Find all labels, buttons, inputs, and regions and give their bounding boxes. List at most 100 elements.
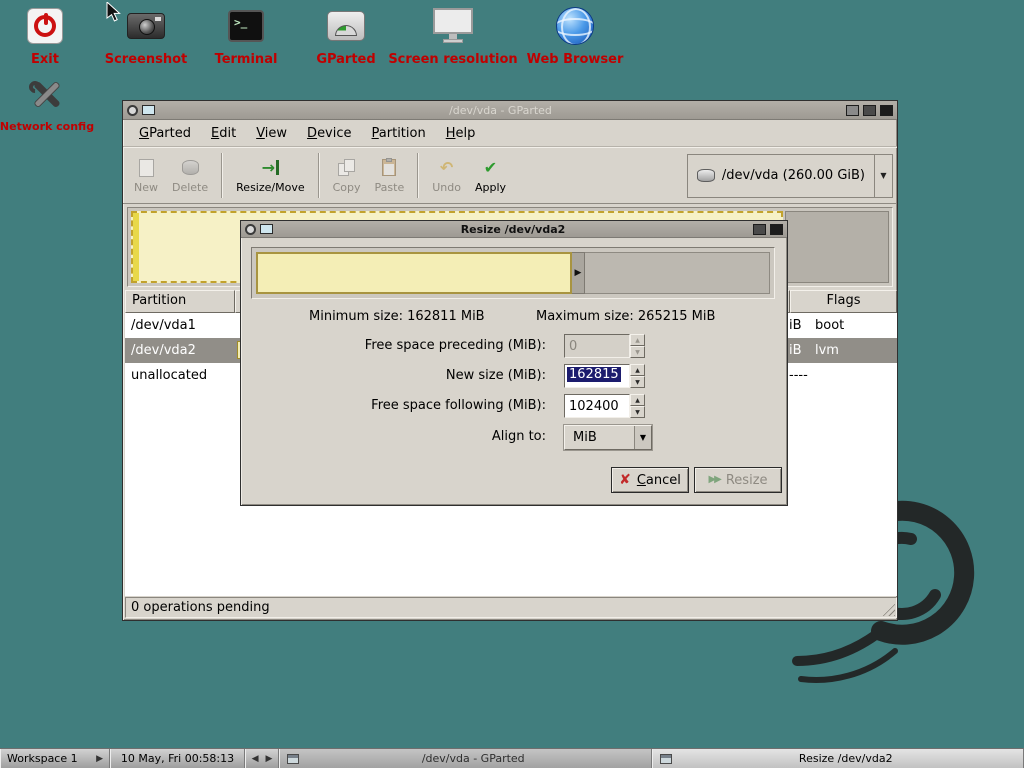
taskbar: Workspace 1 ▶ 10 May, Fri 00:58:13 ◀ ▶ /…: [0, 748, 1024, 768]
spin-down-icon[interactable]: ▼: [630, 376, 645, 388]
spin-up-icon[interactable]: ▲: [630, 394, 645, 406]
desktop-icon-label: Screenshot: [105, 52, 188, 67]
close-button[interactable]: [880, 105, 893, 116]
maximize-button[interactable]: [863, 105, 876, 116]
window-menu-icon[interactable]: [127, 105, 138, 116]
column-header-flags: Flags: [790, 290, 897, 313]
align-to-dropdown[interactable]: MiB ▼: [564, 425, 652, 450]
apply-button[interactable]: ✔ Apply: [468, 151, 513, 201]
menu-help[interactable]: Help: [436, 123, 486, 144]
dropdown-arrow-icon[interactable]: ▼: [634, 426, 651, 449]
terminal-icon: >_: [228, 4, 264, 48]
partition-graphic-unallocated[interactable]: [785, 211, 889, 283]
next-task-icon[interactable]: ▶: [266, 754, 273, 764]
window-menu-icon[interactable]: [245, 224, 256, 235]
resize-slider-partition-area[interactable]: [256, 252, 572, 294]
free-space-following-spinner[interactable]: ▲ ▼: [630, 394, 645, 418]
app-icon: [142, 105, 155, 115]
resize-move-icon: →: [262, 158, 279, 178]
workspace-indicator[interactable]: Workspace 1 ▶: [0, 749, 110, 768]
desktop-icon-label: Web Browser: [527, 52, 624, 67]
copy-button[interactable]: Copy: [326, 151, 368, 201]
dialog-titlebar: Resize /dev/vda2: [241, 221, 787, 238]
menu-partition[interactable]: Partition: [362, 123, 436, 144]
resize-move-button[interactable]: → Resize/Move: [229, 151, 311, 201]
task-window-icon: [287, 754, 299, 764]
task-scroll-arrows: ◀ ▶: [245, 749, 279, 768]
desktop-icon-exit[interactable]: Exit: [0, 4, 90, 67]
mouse-cursor: [106, 2, 122, 24]
desktop-icon-label: Screen resolution: [388, 52, 517, 67]
toolbar-separator: [318, 153, 320, 198]
undo-icon: ↶: [440, 158, 453, 178]
close-button[interactable]: [770, 224, 783, 235]
menu-gparted[interactable]: GParted: [129, 123, 201, 144]
delete-button[interactable]: Delete: [165, 151, 215, 201]
task-window-icon: [660, 754, 672, 764]
app-icon: [260, 224, 273, 234]
dialog-title: Resize /dev/vda2: [277, 223, 749, 236]
device-selector[interactable]: /dev/vda (260.00 GiB) ▼: [687, 154, 893, 198]
maximum-size-label: Maximum size: 265215 MiB: [536, 309, 715, 324]
maximize-button[interactable]: [753, 224, 766, 235]
main-titlebar: /dev/vda - GParted: [123, 101, 897, 120]
monitor-icon: [433, 4, 473, 48]
resize-slider-free-area[interactable]: [585, 252, 770, 294]
used-space-strip: [133, 213, 139, 281]
resize-button[interactable]: ▶▶ Resize: [694, 467, 782, 493]
spin-up-icon[interactable]: ▲: [630, 364, 645, 376]
new-size-spinner[interactable]: ▲ ▼: [630, 364, 645, 388]
prev-task-icon[interactable]: ◀: [252, 754, 259, 764]
desktop-icon-label: Network config: [0, 120, 94, 133]
free-space-following-field[interactable]: [564, 394, 630, 418]
taskbar-item-resize-dialog[interactable]: Resize /dev/vda2: [652, 749, 1024, 768]
paste-button[interactable]: Paste: [368, 151, 412, 201]
spin-down-icon[interactable]: ▼: [630, 346, 645, 358]
taskbar-item-gparted[interactable]: /dev/vda - GParted: [279, 749, 652, 768]
workspace-next-icon[interactable]: ▶: [96, 754, 103, 764]
spin-down-icon[interactable]: ▼: [630, 406, 645, 418]
desktop-icon-screen-resolution[interactable]: Screen resolution: [388, 4, 518, 67]
menu-view[interactable]: View: [246, 123, 297, 144]
resize-arrows-icon: ▶▶: [708, 475, 719, 485]
align-to-value: MiB: [565, 426, 634, 449]
desktop-icon-terminal[interactable]: >_ Terminal: [201, 4, 291, 67]
desktop-icon-network-config[interactable]: Network config: [0, 72, 102, 133]
resize-dialog: Resize /dev/vda2 ▶ Minimum size: 162811 …: [240, 220, 788, 506]
desktop-icon-gparted[interactable]: GParted: [301, 4, 391, 67]
menu-device[interactable]: Device: [297, 123, 361, 144]
window-title: /dev/vda - GParted: [159, 104, 842, 117]
delete-icon: [182, 158, 199, 178]
camera-icon: [127, 4, 165, 48]
resize-slider: ▶: [251, 247, 775, 299]
desktop-icon-web-browser[interactable]: Web Browser: [520, 4, 630, 67]
align-to-label: Align to:: [241, 425, 546, 449]
new-size-field[interactable]: 162815: [564, 364, 630, 388]
clock: 10 May, Fri 00:58:13: [110, 749, 245, 768]
toolbar: New Delete → Resize/Move Copy Paste ↶ Un…: [123, 147, 897, 204]
minimize-button[interactable]: [846, 105, 859, 116]
free-space-preceding-field[interactable]: [564, 334, 630, 358]
free-space-following-label: Free space following (MiB):: [241, 394, 546, 418]
spin-up-icon[interactable]: ▲: [630, 334, 645, 346]
free-space-preceding-label: Free space preceding (MiB):: [241, 334, 546, 358]
apply-icon: ✔: [484, 158, 497, 178]
free-space-preceding-spinner[interactable]: ▲ ▼: [630, 334, 645, 358]
tools-icon: [27, 72, 67, 116]
device-dropdown-arrow-icon[interactable]: ▼: [874, 155, 892, 197]
desktop-icon-label: Exit: [31, 52, 59, 67]
menu-edit[interactable]: Edit: [201, 123, 246, 144]
paste-icon: [382, 158, 396, 178]
undo-button[interactable]: ↶ Undo: [425, 151, 468, 201]
resize-grip[interactable]: [881, 602, 895, 616]
toolbar-separator: [417, 153, 419, 198]
new-button[interactable]: New: [127, 151, 165, 201]
workspace-label: Workspace 1: [7, 752, 78, 765]
gparted-icon: [327, 4, 365, 48]
operations-pending-text: 0 operations pending: [131, 600, 270, 615]
cancel-button[interactable]: ✘ Cancel: [611, 467, 689, 493]
resize-slider-handle[interactable]: ▶: [572, 252, 585, 294]
exit-icon: [27, 4, 63, 48]
new-partition-icon: [139, 158, 154, 178]
menubar: GParted Edit View Device Partition Help: [123, 120, 897, 147]
